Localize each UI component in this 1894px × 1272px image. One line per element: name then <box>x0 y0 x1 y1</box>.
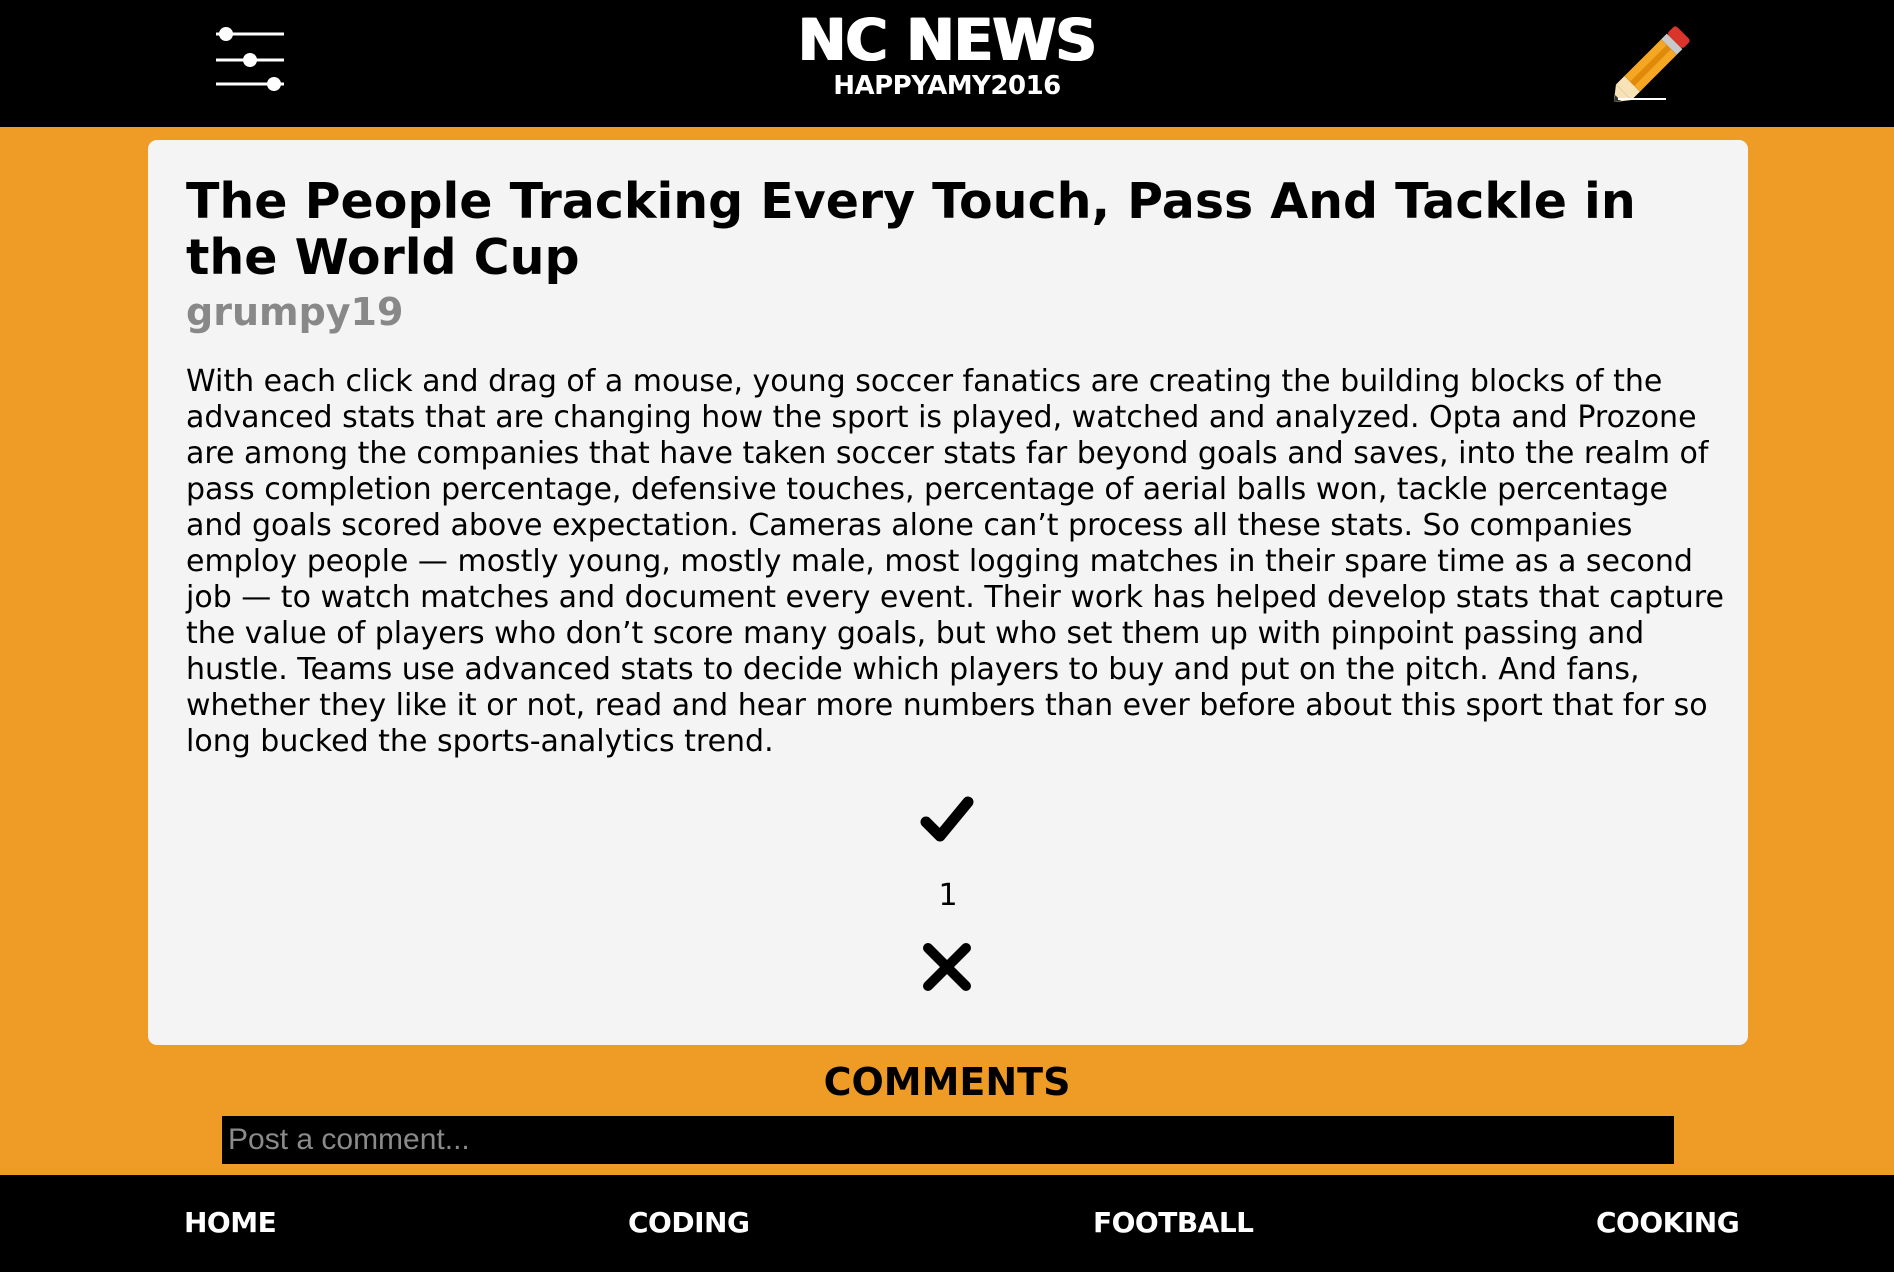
pencil-icon[interactable] <box>1610 22 1694 103</box>
vote-count: 1 <box>938 878 958 913</box>
checkmark-icon[interactable] <box>920 794 974 844</box>
comment-input[interactable] <box>222 1116 1674 1164</box>
article-body: With each click and drag of a mouse, you… <box>186 364 1724 759</box>
cross-icon[interactable] <box>920 940 974 994</box>
comments-heading: COMMENTS <box>823 1060 1071 1104</box>
top-bar: NC NEWS HAPPYAMY2016 <box>0 0 1894 127</box>
nav-coding[interactable]: CODING <box>628 1205 750 1241</box>
article-card: The People Tracking Every Touch, Pass An… <box>148 140 1748 1045</box>
bottom-nav: HOME CODING FOOTBALL COOKING <box>0 1175 1894 1272</box>
article-title: The People Tracking Every Touch, Pass An… <box>186 173 1636 286</box>
nav-home[interactable]: HOME <box>184 1205 277 1241</box>
article-author[interactable]: grumpy19 <box>186 290 403 334</box>
nav-football[interactable]: FOOTBALL <box>1093 1205 1254 1241</box>
nav-cooking[interactable]: COOKING <box>1596 1205 1740 1241</box>
